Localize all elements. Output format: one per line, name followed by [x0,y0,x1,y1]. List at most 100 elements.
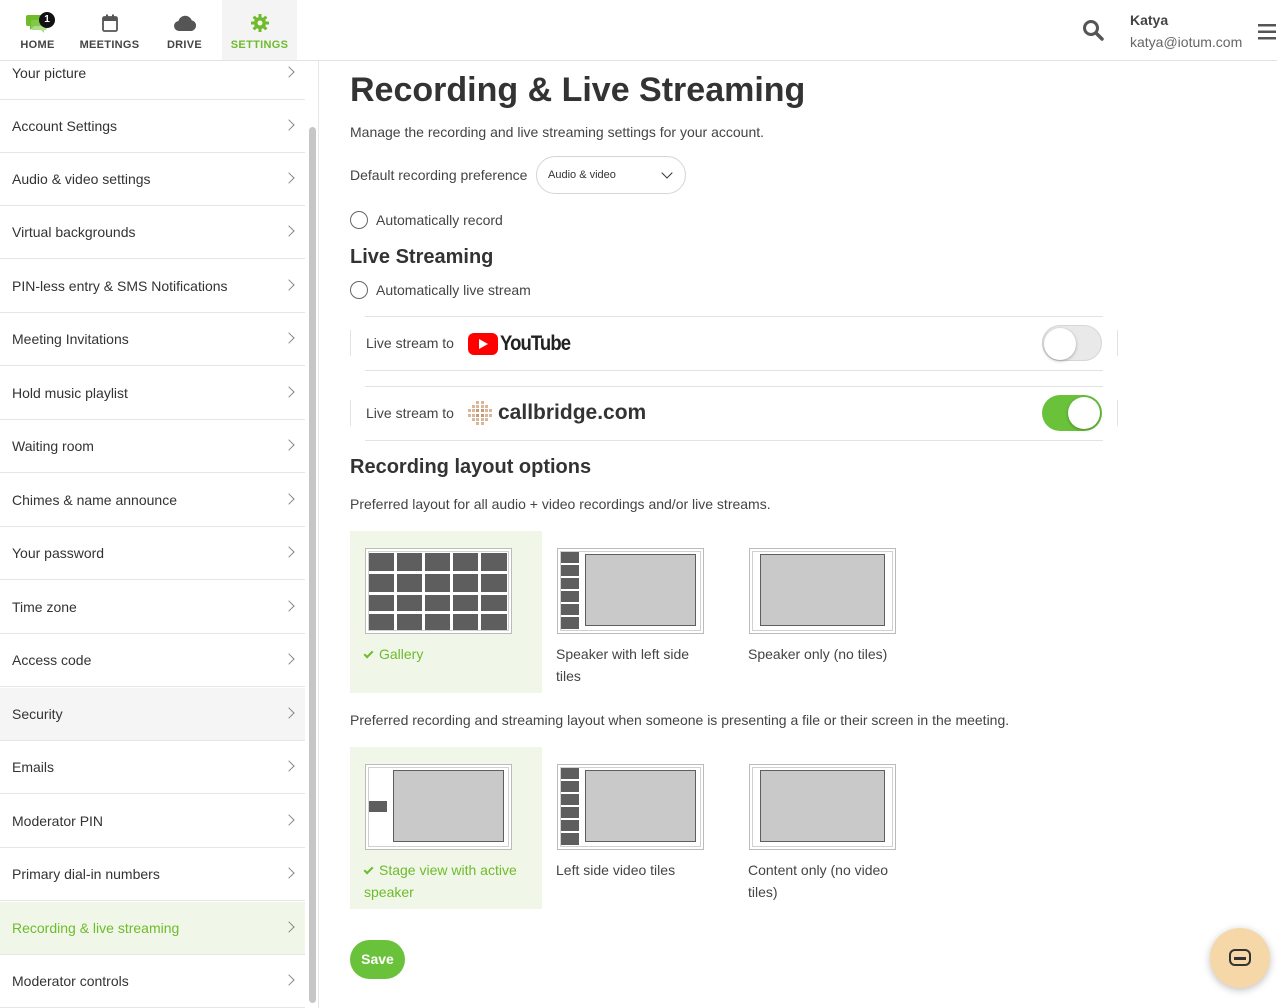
left-side-tiles-thumbnail [557,764,704,850]
auto-live-stream-label[interactable]: Automatically live stream [376,282,531,298]
live-streaming-title: Live Streaming [350,246,494,268]
sidebar-item-chimes[interactable]: Chimes & name announce [0,474,305,527]
callbridge-stream-row: Live stream to callbridge.com [350,386,1118,441]
sidebar-item-label: Access code [12,652,92,668]
divider [1117,330,1118,356]
chevron-right-icon [283,332,295,344]
chevron-right-icon [283,600,295,612]
scrollbar-thumb[interactable] [309,127,316,1003]
auto-live-stream-radio[interactable] [350,281,368,299]
speaker-only-thumbnail [749,548,896,634]
sidebar-item-time-zone[interactable]: Time zone [0,581,305,634]
toggle-knob [1068,397,1100,429]
youtube-toggle[interactable] [1042,325,1102,361]
presenting-layout-description: Preferred recording and streaming layout… [350,712,1010,728]
callbridge-toggle[interactable] [1042,395,1102,431]
chevron-right-icon [283,225,295,237]
divider [350,330,351,356]
save-button[interactable]: Save [350,940,405,979]
sidebar-item-moderator-pin[interactable]: Moderator PIN [0,795,305,848]
sidebar-item-label: Security [12,706,63,722]
youtube-stream-row: Live stream to YouTube [350,316,1118,371]
layout-option-gallery[interactable]: Gallery [350,531,542,693]
sidebar-item-pinless-entry[interactable]: PIN-less entry & SMS Notifications [0,260,305,313]
chevron-right-icon [283,921,295,933]
chevron-right-icon [283,760,295,772]
content-only-icon [760,770,885,842]
page-title: Recording & Live Streaming [350,71,806,109]
recording-preference-select[interactable]: Audio & video [536,156,686,194]
layout-label: Speaker only (no tiles) [748,646,888,662]
sidebar-item-password[interactable]: Your password [0,527,305,580]
layout-option-left-side-tiles[interactable]: Left side video tiles [542,747,734,909]
checkmark-icon [363,864,374,875]
sidebar-item-virtual-backgrounds[interactable]: Virtual backgrounds [0,206,305,259]
stage-view-icon [369,770,504,842]
sidebar-item-recording-live-streaming[interactable]: Recording & live streaming [0,902,305,955]
chevron-right-icon [283,814,295,826]
divider [365,370,1103,371]
chat-bubbles-icon [0,12,75,34]
callbridge-mark-icon [468,401,492,425]
layout-option-speaker-only[interactable]: Speaker only (no tiles) [734,531,926,693]
chat-widget-button[interactable] [1210,928,1270,988]
sidebar-item-label: Moderator PIN [12,813,104,829]
chevron-right-icon [283,386,295,398]
layout-label-text: Gallery [379,646,424,662]
chevron-right-icon [283,653,295,665]
checkmark-icon [363,648,374,659]
hamburger-menu-icon[interactable] [1258,24,1276,40]
left-side-tiles-icon [561,768,696,845]
sidebar-item-label: Meeting Invitations [12,331,129,347]
stream-to-label: Live stream to [366,405,454,421]
search-icon[interactable] [1082,19,1104,41]
sidebar-item-dial-in-numbers[interactable]: Primary dial-in numbers [0,848,305,901]
layout-label: Speaker with left side tiles [556,646,690,684]
chevron-right-icon [283,172,295,184]
youtube-brand: YouTube [500,332,571,355]
settings-sidebar: Your picture Account Settings Audio & vi… [0,61,305,1008]
sidebar-item-label: Recording & live streaming [12,920,180,936]
layout-option-content-only[interactable]: Content only (no video tiles) [734,747,926,909]
sidebar-item-your-picture[interactable]: Your picture [0,47,305,100]
content-only-thumbnail [749,764,896,850]
layout-label-text: Stage view with active speaker [364,862,517,900]
sidebar-item-label: Primary dial-in numbers [12,866,160,882]
sidebar-item-emails[interactable]: Emails [0,741,305,794]
sidebar-item-label: Virtual backgrounds [12,224,136,240]
user-email: katya@iotum.com [1130,34,1243,50]
gallery-layout-thumbnail [365,548,512,634]
sidebar-item-audio-video[interactable]: Audio & video settings [0,153,305,206]
chevron-right-icon [283,546,295,558]
sidebar-item-security[interactable]: Security [0,688,305,741]
divider [1117,400,1118,426]
sidebar-item-label: Time zone [12,599,77,615]
sidebar-item-access-code[interactable]: Access code [0,634,305,687]
layout-option-speaker-left-tiles[interactable]: Speaker with left side tiles [542,531,734,693]
calendar-icon [72,12,147,34]
layout-label: Left side video tiles [556,862,676,878]
auto-record-label[interactable]: Automatically record [376,212,503,228]
user-name[interactable]: Katya [1130,12,1168,28]
sidebar-item-hold-music[interactable]: Hold music playlist [0,367,305,420]
sidebar-item-waiting-room[interactable]: Waiting room [0,420,305,473]
layout-description: Preferred layout for all audio + video r… [350,496,771,512]
page-description: Manage the recording and live streaming … [350,124,765,140]
callbridge-logo: callbridge.com [468,401,646,425]
auto-record-radio[interactable] [350,211,368,229]
speaker-left-tiles-thumbnail [557,548,704,634]
sidebar-item-moderator-controls[interactable]: Moderator controls [0,955,305,1008]
speaker-only-icon [760,554,885,626]
layout-option-stage-view[interactable]: Stage view with active speaker [350,747,542,909]
sidebar-item-label: Chimes & name announce [12,492,177,508]
sidebar-item-label: Emails [12,759,55,775]
notification-badge: 1 [39,12,55,28]
sidebar-item-account-settings[interactable]: Account Settings [0,100,305,153]
speaker-left-tiles-icon [561,552,696,629]
chevron-right-icon [283,867,295,879]
sidebar-item-meeting-invitations[interactable]: Meeting Invitations [0,313,305,366]
sidebar-scrollbar[interactable] [307,61,319,1008]
select-value: Audio & video [548,169,616,181]
sidebar-item-label: PIN-less entry & SMS Notifications [12,278,228,294]
sidebar-item-label: Account Settings [12,118,118,134]
